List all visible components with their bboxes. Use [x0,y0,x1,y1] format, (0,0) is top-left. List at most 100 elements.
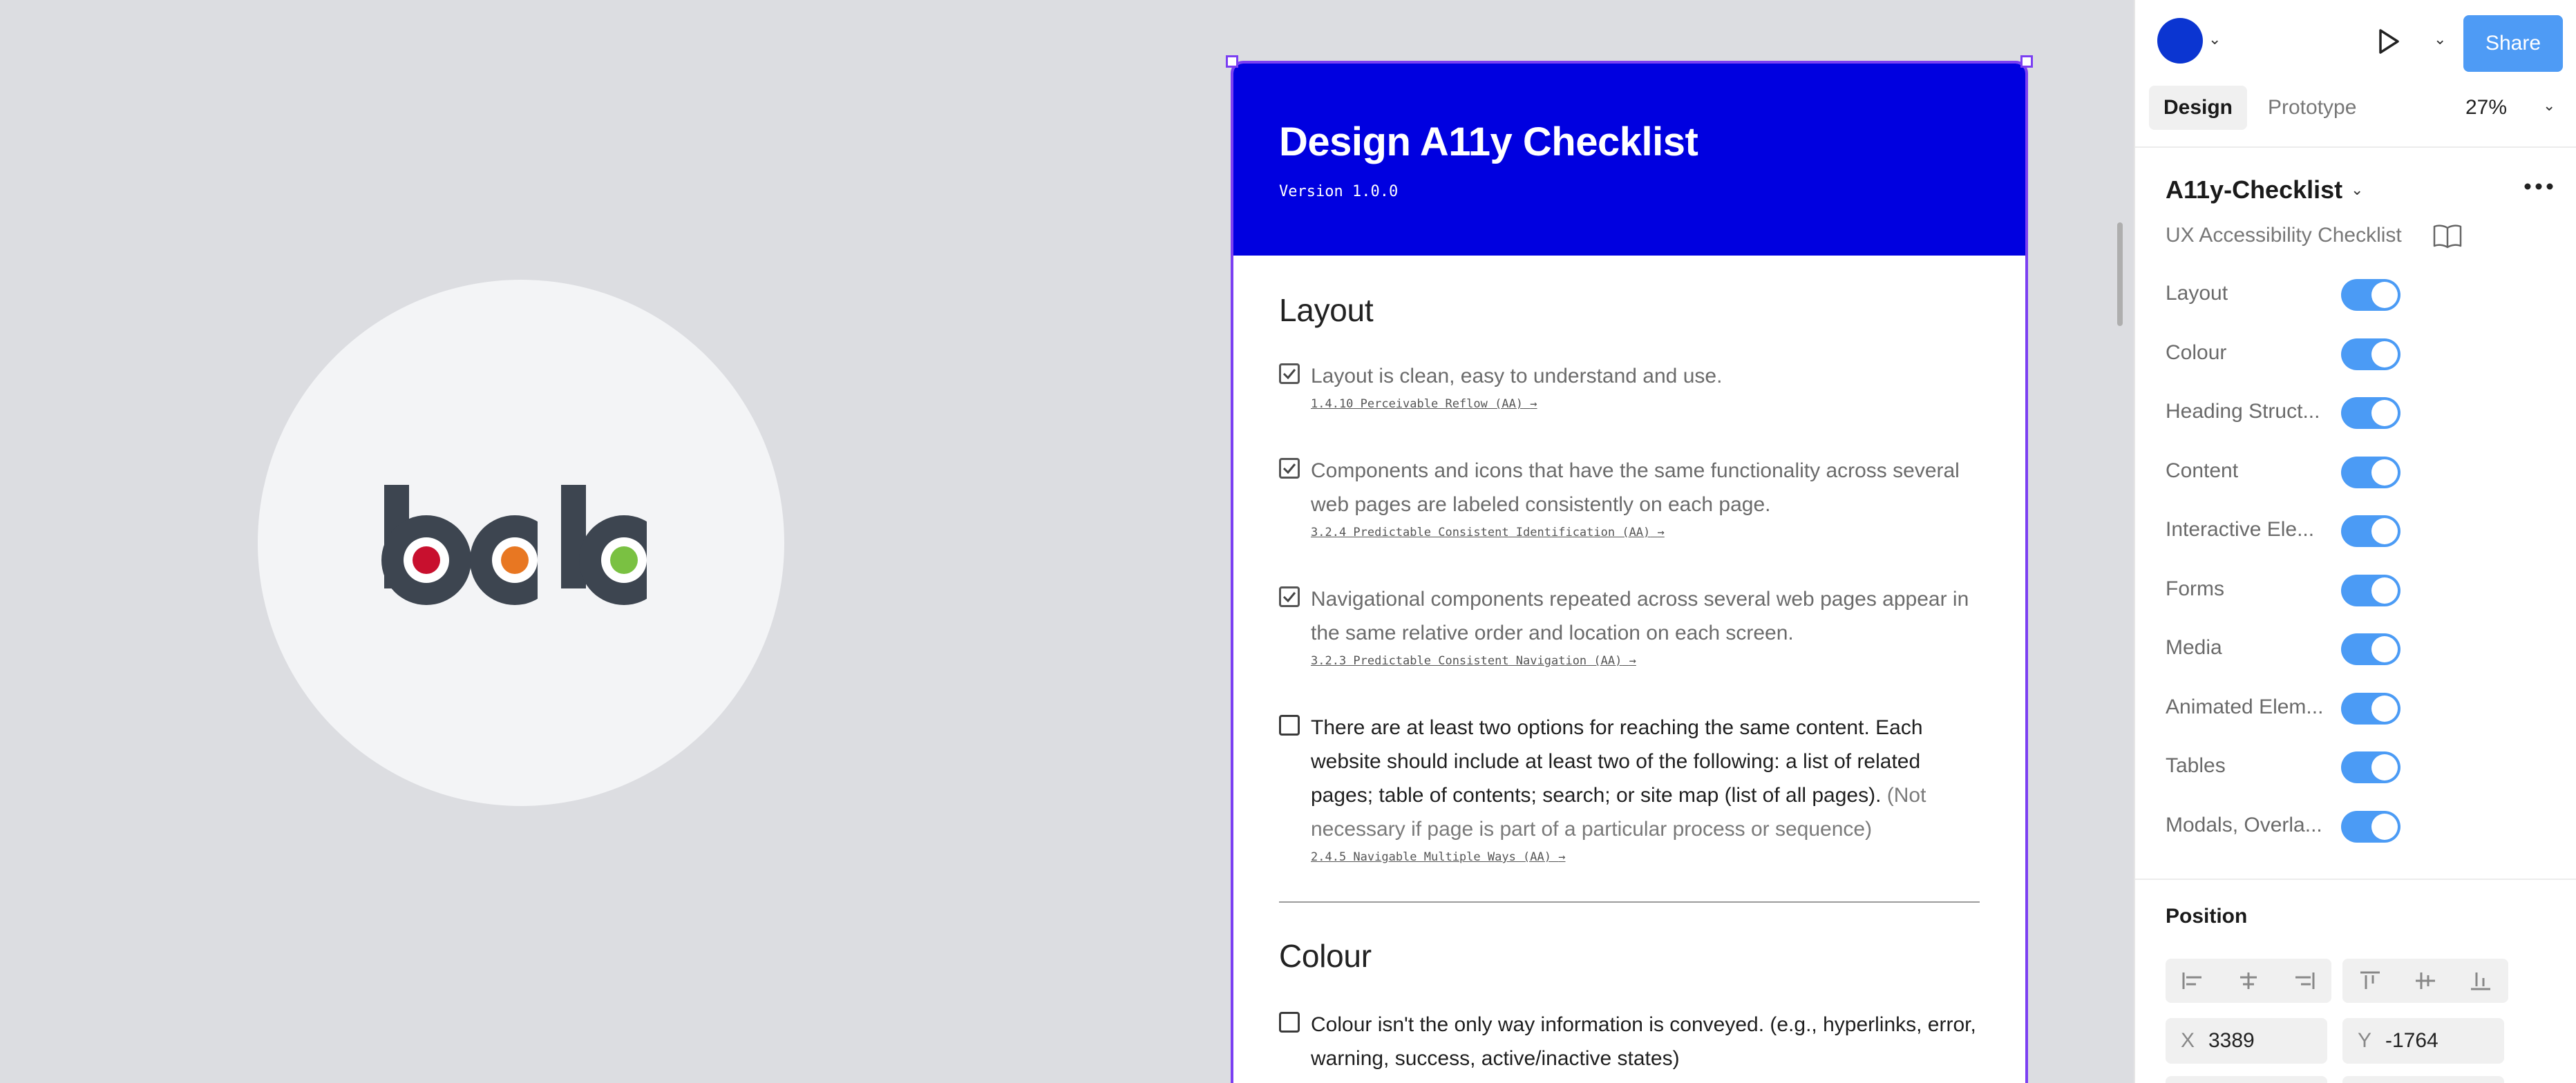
toggle-switch[interactable] [2341,751,2400,783]
toggle-switch[interactable] [2341,633,2400,665]
toggle-row: Colour [2166,333,2553,374]
toggle-switch[interactable] [2341,279,2400,311]
x-axis-label: X [2181,1029,2195,1052]
checklist-item[interactable]: There are at least two options for reach… [1279,711,1980,864]
toggle-row: Layout [2166,274,2553,315]
user-avatar[interactable] [2157,18,2203,64]
toggle-row: Media [2166,628,2553,669]
section-divider [1279,901,1980,903]
horizontal-align-group [2166,959,2331,1003]
checklist-item[interactable]: Layout is clean, easy to understand and … [1279,359,1980,411]
toggle-knob [2371,341,2398,367]
checkbox-checked-icon[interactable] [1279,586,1300,607]
toggle-switch[interactable] [2341,456,2400,488]
toggle-label: Content [2166,459,2239,482]
more-options-icon[interactable] [2522,181,2555,192]
canvas-scrollbar[interactable] [2117,222,2123,326]
toggle-label: Modals, Overla... [2166,813,2322,836]
align-right-icon[interactable] [2276,959,2331,1003]
arrow-right-icon: → [1629,654,1636,668]
x-value[interactable]: 3389 [2208,1029,2255,1053]
component-description: UX Accessibility Checklist [2166,224,2402,247]
y-axis-label: Y [2358,1029,2372,1052]
play-icon[interactable] [2374,28,2402,55]
wcag-link[interactable]: 3.2.3 Predictable Consistent Navigation … [1311,654,1636,668]
checkbox-checked-icon[interactable] [1279,458,1300,479]
checklist-item[interactable]: Navigational components repeated across … [1279,582,1980,668]
checklist-item[interactable]: Colour isn't the only way information is… [1279,1008,1980,1075]
toggle-label: Interactive Ele... [2166,518,2315,541]
toggle-row: Forms [2166,569,2553,611]
tab-prototype[interactable]: Prototype [2268,86,2356,130]
toggle-label: Layout [2166,282,2228,305]
x-position-field[interactable]: X 3389 [2166,1018,2327,1064]
toggle-switch[interactable] [2341,338,2400,370]
align-center-horizontal-icon[interactable] [2221,959,2276,1003]
share-button[interactable]: Share [2463,15,2563,72]
logo-orange-dot [501,546,529,574]
checkbox-unchecked-icon[interactable] [1279,715,1300,736]
frame-version: Version 1.0.0 [1279,183,1399,200]
toggle-switch[interactable] [2341,574,2400,606]
toggle-row: Interactive Ele... [2166,510,2553,551]
checklist-body: Layout Layout is clean, easy to understa… [1233,256,2025,1075]
y-value[interactable]: -1764 [2385,1029,2438,1053]
toggle-switch[interactable] [2341,692,2400,725]
checklist-item-text: Colour isn't the only way information is… [1311,1013,1976,1070]
align-middle-icon[interactable] [2398,959,2453,1003]
section-title-layout: Layout [1279,292,1374,328]
checklist-item-text: Components and icons that have the same … [1311,459,1960,516]
panel-divider [2135,146,2576,148]
checkbox-unchecked-icon[interactable] [1279,1012,1300,1033]
chevron-down-icon[interactable]: ⌄ [2351,181,2363,199]
toggle-knob [2371,754,2398,780]
logo-red-dot [413,546,440,574]
checklist-item-text: Layout is clean, easy to understand and … [1311,365,1723,387]
wcag-link[interactable]: 1.4.10 Perceivable Reflow (AA) → [1311,397,1537,411]
toggle-switch[interactable] [2341,397,2400,429]
resize-handle-top-left[interactable] [1226,55,1238,68]
align-left-icon[interactable] [2166,959,2221,1003]
position-section-title: Position [2166,905,2248,928]
component-name[interactable]: A11y-Checklist [2166,175,2342,204]
tab-design[interactable]: Design [2149,86,2247,130]
checklist-item-text: There are at least two options for reach… [1311,716,1926,841]
toggle-row: Animated Elem... [2166,687,2553,729]
panel-divider [2135,879,2576,880]
toggle-row: Heading Struct... [2166,392,2553,433]
wcag-link[interactable]: 2.4.5 Navigable Multiple Ways (AA) → [1311,850,1566,864]
frame-header: Design A11y Checklist Version 1.0.0 [1233,64,2025,256]
section-title-colour: Colour [1279,938,1372,974]
toggle-switch[interactable] [2341,810,2400,843]
toggle-label: Heading Struct... [2166,400,2320,423]
checklist-frame[interactable]: Design A11y Checklist Version 1.0.0 Layo… [1231,61,2028,1083]
width-field[interactable] [2166,1076,2327,1083]
wcag-link[interactable]: 3.2.4 Predictable Consistent Identificat… [1311,526,1665,539]
chevron-down-icon[interactable]: ⌄ [2208,30,2221,48]
logo-green-dot [610,546,638,574]
zoom-level[interactable]: 27% [2465,86,2507,130]
toggle-knob [2371,459,2398,486]
arrow-right-icon: → [1657,526,1665,539]
book-icon[interactable] [2432,224,2463,249]
checklist-item[interactable]: Components and icons that have the same … [1279,454,1980,539]
properties-panel: ⌄ ⌄ Share Design Prototype 27% ⌄ A11y-Ch… [2134,0,2576,1083]
vertical-align-group [2342,959,2508,1003]
toggle-knob [2371,813,2398,840]
chevron-down-icon[interactable]: ⌄ [2434,30,2446,48]
toggle-knob [2371,695,2398,722]
checklist-item-text: Navigational components repeated across … [1311,588,1969,644]
toggle-row: Content [2166,451,2553,492]
design-canvas[interactable]: Design A11y Checklist Version 1.0.0 Layo… [0,0,2134,1083]
checkbox-checked-icon[interactable] [1279,363,1300,384]
toggle-switch[interactable] [2341,515,2400,547]
chevron-down-icon[interactable]: ⌄ [2543,97,2555,115]
toggle-label: Forms [2166,577,2224,600]
align-top-icon[interactable] [2342,959,2398,1003]
align-bottom-icon[interactable] [2453,959,2508,1003]
toggle-label: Animated Elem... [2166,695,2324,718]
y-position-field[interactable]: Y -1764 [2342,1018,2504,1064]
resize-handle-top-right[interactable] [2020,55,2033,68]
height-field[interactable] [2342,1076,2504,1083]
toggle-knob [2371,577,2398,604]
